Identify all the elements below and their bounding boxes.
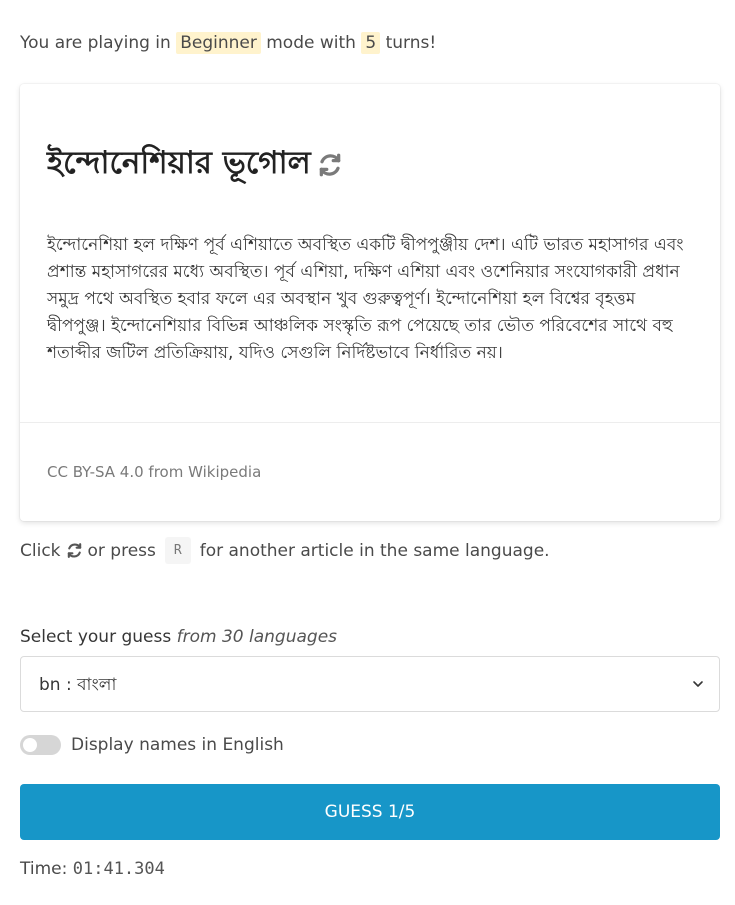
english-names-toggle-row: Display names in English — [20, 735, 284, 755]
hint-line: Click or press R for another article in … — [20, 537, 550, 564]
mode-middle: mode with — [266, 33, 356, 53]
mode-line: You are playing in Beginner mode with 5 … — [20, 30, 436, 56]
refresh-icon[interactable] — [317, 152, 343, 178]
timer: Time: 01:41.304 — [20, 859, 165, 879]
article-header: ইন্দোনেশিয়ার ভূগোল — [47, 139, 343, 191]
toggle-knob — [23, 738, 37, 752]
license-credit: CC BY-SA 4.0 from Wikipedia — [47, 463, 262, 481]
card-footer: CC BY-SA 4.0 from Wikipedia — [20, 422, 720, 521]
article-card: ইন্দোনেশিয়ার ভূগোল ইন্দোনেশিয়া হল দক্ষ… — [20, 84, 720, 521]
english-names-toggle[interactable] — [20, 735, 61, 755]
mode-badge: Beginner — [176, 32, 261, 54]
guess-label-text: Select your guess — [20, 627, 172, 647]
hint-refresh-icon[interactable] — [66, 542, 83, 559]
hint-suffix: for another article in the same language… — [199, 540, 550, 561]
article-body: ইন্দোনেশিয়া হল দক্ষিণ পূর্ব এশিয়াতে অব… — [47, 235, 684, 363]
guess-button[interactable]: GUESS 1/5 — [20, 784, 720, 840]
language-select[interactable]: bn : বাংলা — [20, 656, 720, 712]
hint-or-press: or press — [87, 540, 156, 561]
guess-label: Select your guess from 30 languages — [20, 627, 337, 647]
chevron-down-icon — [691, 676, 705, 695]
turns-badge: 5 — [361, 32, 381, 54]
guess-label-count: from 30 languages — [176, 627, 338, 647]
mode-suffix: turns! — [385, 33, 437, 53]
hint-click: Click — [20, 540, 61, 561]
toggle-label: Display names in English — [71, 735, 284, 755]
language-select-value: bn : বাংলা — [39, 675, 117, 695]
keyboard-key: R — [164, 537, 191, 564]
timer-value: 01:41.304 — [72, 859, 165, 879]
article-title: ইন্দোনেশিয়ার ভূগোল — [47, 145, 311, 181]
timer-label: Time: — [20, 859, 68, 879]
mode-prefix: You are playing in — [20, 33, 171, 53]
